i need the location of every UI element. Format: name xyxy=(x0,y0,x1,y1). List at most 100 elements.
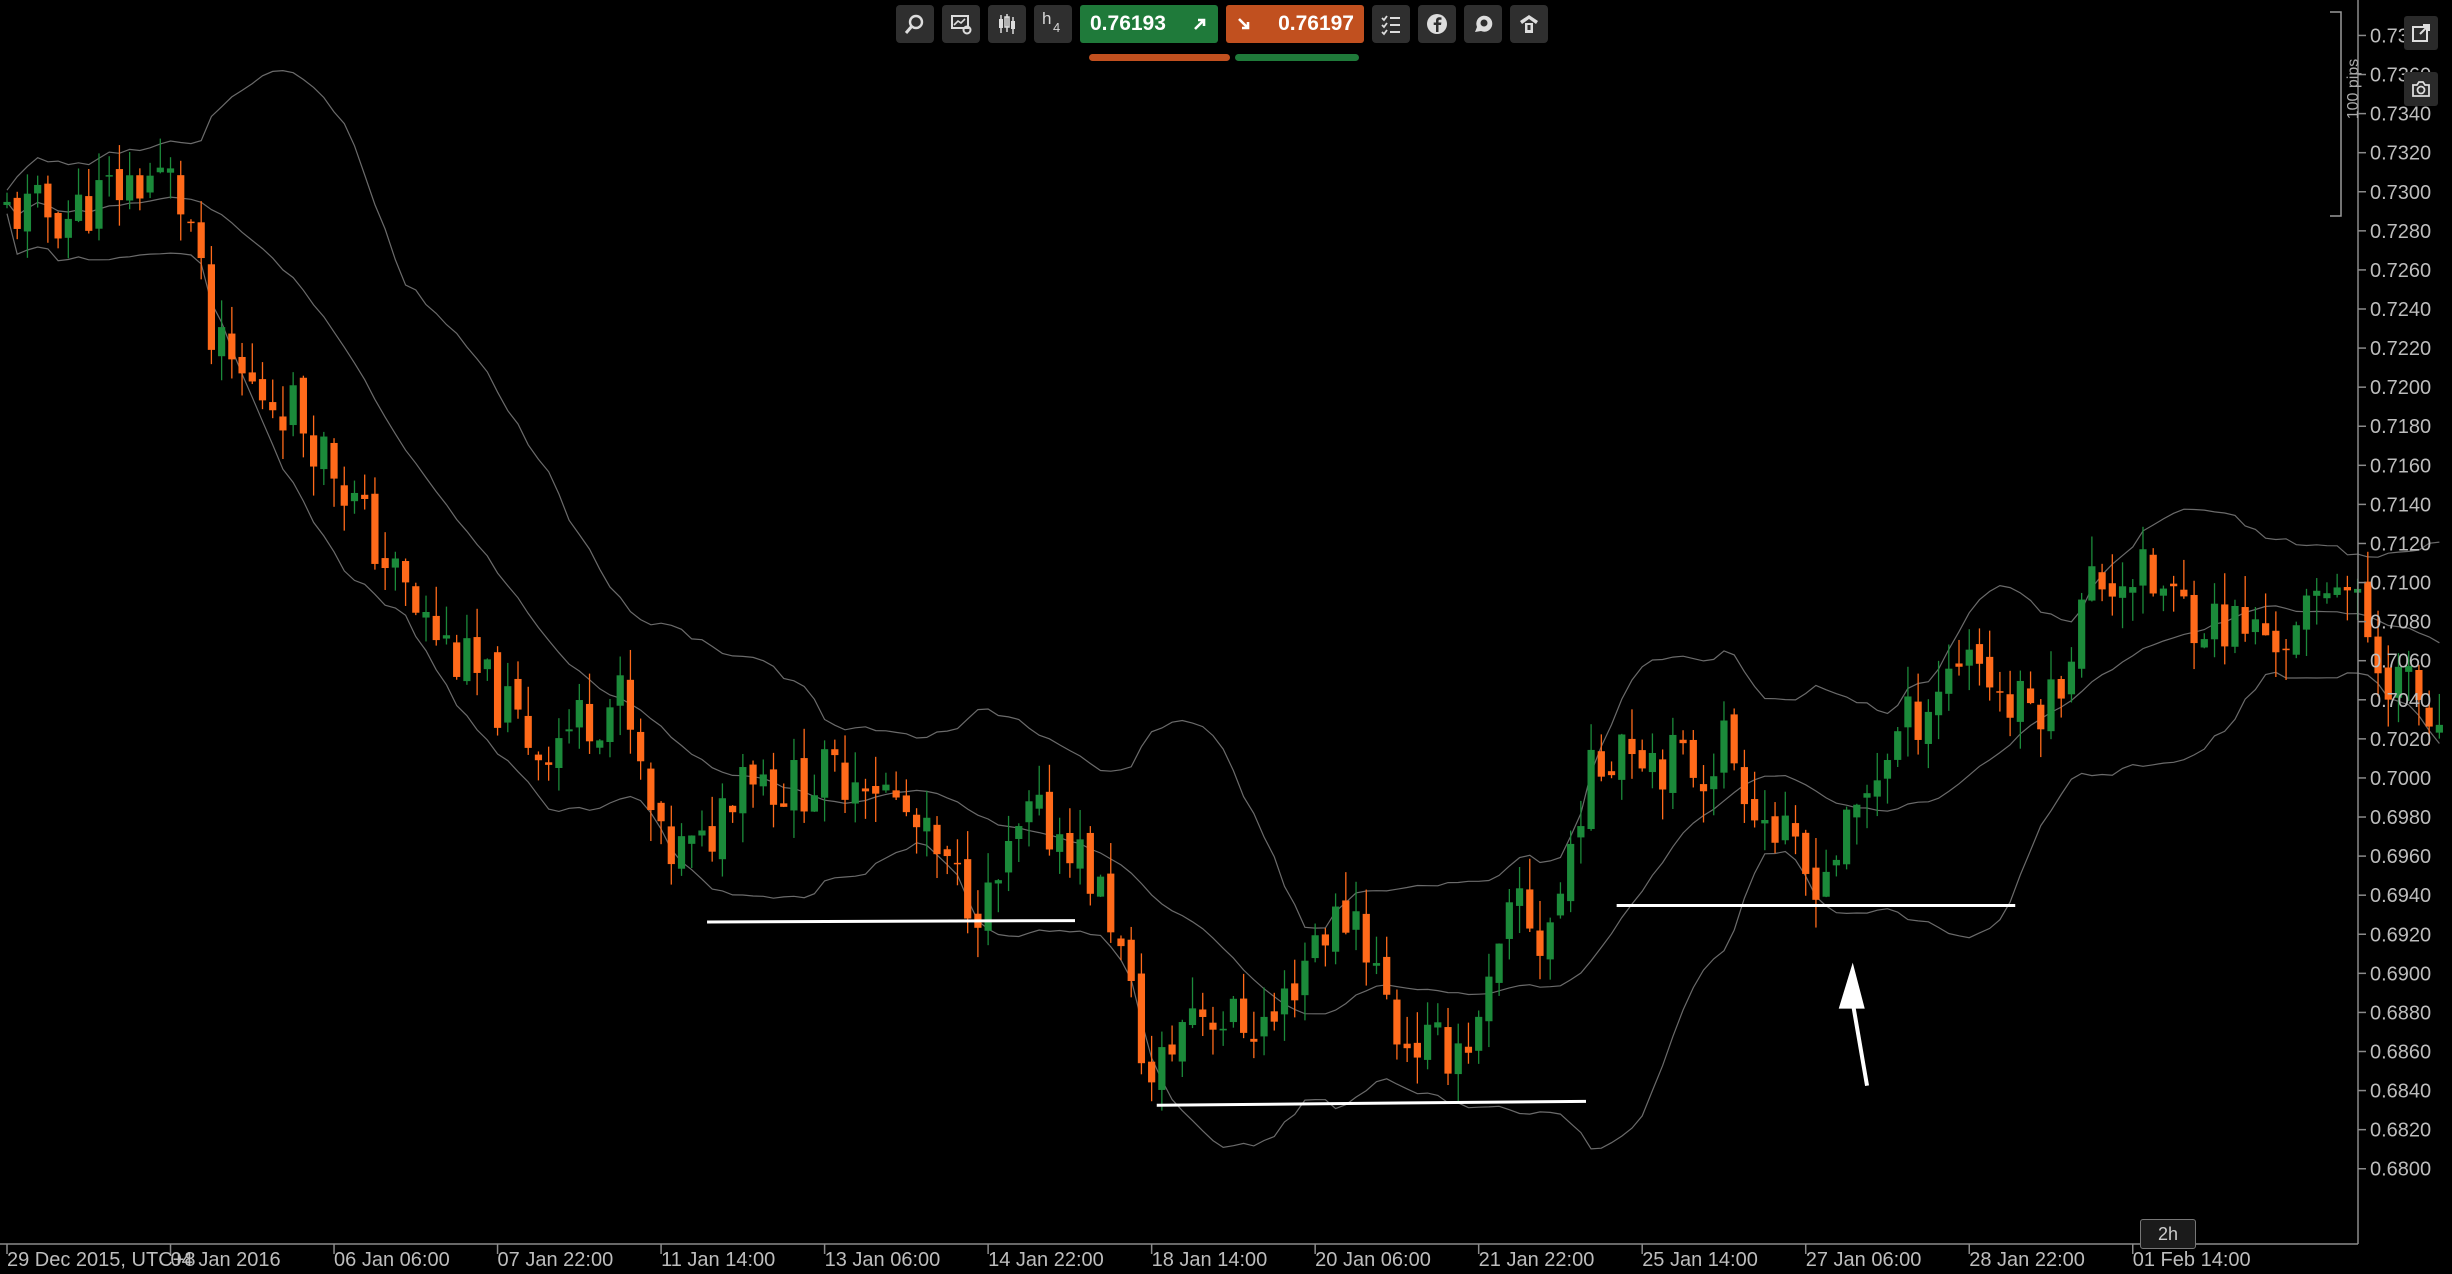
candle-body xyxy=(361,494,369,499)
candle-body xyxy=(1894,731,1902,760)
candle xyxy=(1894,726,1902,767)
candle-body xyxy=(483,659,491,670)
x-tick-label: 06 Jan 06:00 xyxy=(334,1249,450,1271)
y-tick-label: 0.6840 xyxy=(2370,1081,2431,1103)
candle-body xyxy=(1403,1043,1411,1049)
candle xyxy=(1914,673,1922,755)
candle-body xyxy=(401,561,410,583)
popout-icon[interactable] xyxy=(2404,16,2438,50)
candle xyxy=(1475,1010,1483,1064)
candle xyxy=(1076,810,1084,885)
y-tick-label: 0.7060 xyxy=(2370,651,2431,673)
candle-body xyxy=(1556,893,1565,916)
candle xyxy=(1986,630,1994,701)
chat-icon[interactable] xyxy=(1464,5,1502,43)
candle xyxy=(545,746,553,781)
y-tick-label: 0.7280 xyxy=(2370,221,2431,243)
candle xyxy=(218,300,226,381)
candle xyxy=(2159,585,2168,612)
candle-body xyxy=(1536,930,1544,956)
candle-body xyxy=(953,862,962,865)
timeframe-icon[interactable]: h 4 xyxy=(1034,5,1072,43)
zoom-handle[interactable]: 2h xyxy=(2140,1219,2196,1249)
candle-body xyxy=(933,824,941,855)
candle-body xyxy=(1342,900,1350,933)
candlestick-icon[interactable] xyxy=(988,5,1026,43)
y-tick-label: 0.7100 xyxy=(2370,573,2431,595)
y-tick-label: 0.7020 xyxy=(2370,729,2431,751)
candle-body xyxy=(841,762,849,800)
candle xyxy=(2241,576,2249,642)
candle-body xyxy=(2282,648,2290,651)
candle-body xyxy=(616,675,624,706)
candle-body xyxy=(381,558,389,569)
checklist-icon[interactable] xyxy=(1372,5,1410,43)
candle xyxy=(1025,790,1033,847)
candle xyxy=(1781,791,1789,845)
sell-price-button[interactable]: 0.76193 xyxy=(1080,5,1218,43)
sell-price: 0.76193 xyxy=(1090,12,1166,35)
candle xyxy=(2200,633,2208,649)
candle-body xyxy=(902,795,910,813)
candle xyxy=(2129,579,2137,621)
candle xyxy=(1393,989,1401,1060)
candle xyxy=(555,718,563,791)
candle xyxy=(1577,800,1585,864)
candle xyxy=(156,138,164,174)
candle-body xyxy=(1618,734,1626,780)
candle-body xyxy=(882,784,890,791)
camera-icon[interactable] xyxy=(2404,72,2438,106)
candle xyxy=(1822,849,1830,898)
candle-body xyxy=(1781,815,1789,841)
support-line xyxy=(1156,1099,1587,1107)
zoom-icon[interactable] xyxy=(896,5,934,43)
candle-body xyxy=(74,194,83,221)
candle xyxy=(984,853,992,946)
candle-body xyxy=(269,402,277,411)
candle-body xyxy=(2016,680,2024,722)
candle-body xyxy=(2302,595,2311,630)
candle xyxy=(1127,926,1135,998)
y-tick-label: 0.7320 xyxy=(2370,143,2431,165)
candle-body xyxy=(2180,589,2188,597)
candle-body xyxy=(105,175,113,177)
candle-body xyxy=(1321,934,1329,946)
candle-body xyxy=(575,700,583,728)
candle xyxy=(565,709,573,744)
timeframe-letter: h xyxy=(1042,9,1052,28)
support-line xyxy=(707,919,1075,924)
candle xyxy=(1321,928,1329,967)
candle-body xyxy=(626,679,635,730)
y-tick-label: 0.6940 xyxy=(2370,885,2431,907)
candle-body xyxy=(657,802,665,822)
candle-body xyxy=(1802,832,1810,874)
candle-body xyxy=(1740,767,1748,805)
candle-body xyxy=(1454,1043,1462,1075)
candle-body xyxy=(44,183,52,218)
candle-body xyxy=(279,416,287,431)
price-chart[interactable]: 0.73800.73600.73400.73200.73000.72800.72… xyxy=(0,0,2452,1274)
buy-price-button[interactable]: 0.76197 xyxy=(1226,5,1364,43)
y-tick-label: 0.6800 xyxy=(2370,1159,2431,1181)
candle-body xyxy=(2190,594,2198,644)
candle-body xyxy=(2118,586,2127,598)
candle xyxy=(1015,823,1023,862)
candle-body xyxy=(1066,832,1074,864)
candle-body xyxy=(1117,938,1125,947)
facebook-icon[interactable] xyxy=(1418,5,1456,43)
candle xyxy=(708,796,716,862)
candle-body xyxy=(1056,834,1064,852)
candle xyxy=(1444,1007,1452,1086)
candle-body xyxy=(2047,679,2055,732)
candle-body xyxy=(677,836,686,869)
candle-body xyxy=(2231,605,2239,647)
candle xyxy=(1791,805,1800,855)
candle xyxy=(1924,699,1932,769)
candle xyxy=(258,362,267,410)
chart-settings-icon[interactable] xyxy=(942,5,980,43)
candle-body xyxy=(1372,963,1381,966)
candle-body xyxy=(310,435,318,467)
profile-icon[interactable] xyxy=(1510,5,1548,43)
candle-body xyxy=(1761,820,1769,824)
candle xyxy=(1607,761,1616,779)
